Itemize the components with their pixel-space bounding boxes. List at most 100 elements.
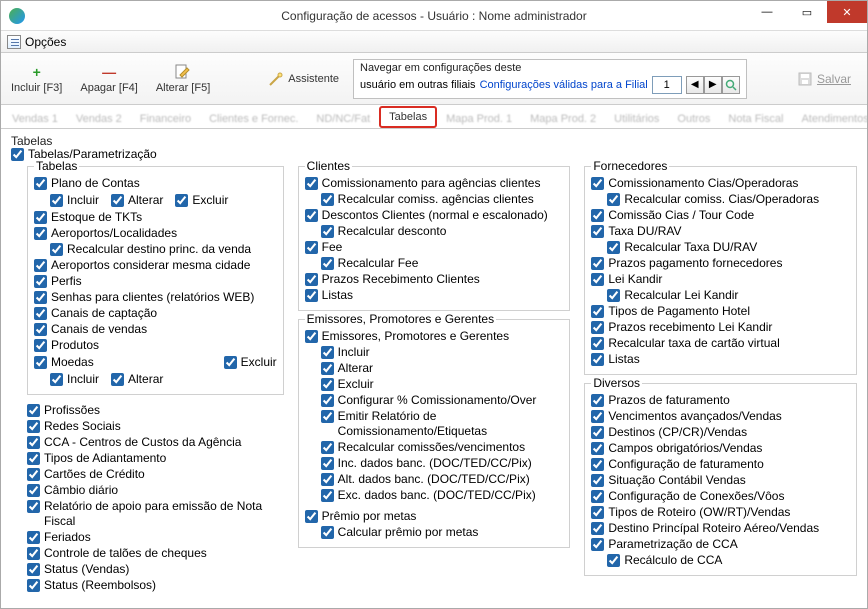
- chk-lei-kandir[interactable]: [591, 273, 604, 286]
- chk-root[interactable]: [11, 148, 24, 161]
- chk-aeroportos-considerar[interactable]: [34, 259, 47, 272]
- chk-calcular-premio[interactable]: [321, 526, 334, 539]
- chk-recalcular-destino[interactable]: [50, 243, 63, 256]
- chk-listas-fornec[interactable]: [591, 353, 604, 366]
- incluir-button[interactable]: + Incluir [F3]: [7, 62, 66, 96]
- chk-inc-dados-banc[interactable]: [321, 457, 334, 470]
- tab-financeiro[interactable]: Financeiro: [131, 109, 200, 128]
- chk-config-conexoes[interactable]: [591, 490, 604, 503]
- nav-filial-input[interactable]: [652, 76, 682, 94]
- chk-recalc-fee[interactable]: [321, 257, 334, 270]
- chk-campos-obrigatorios[interactable]: [591, 442, 604, 455]
- chk-plano-contas[interactable]: [34, 177, 47, 190]
- chk-plano-excluir[interactable]: [175, 194, 188, 207]
- minimize-button[interactable]: —: [747, 1, 787, 23]
- chk-aeroportos-loc[interactable]: [34, 227, 47, 240]
- tab-vendas-1[interactable]: Vendas 1: [3, 109, 67, 128]
- chk-config-pct-label: Configurar % Comissionamento/Over: [338, 393, 537, 408]
- chk-recalc-comissoes[interactable]: [321, 441, 334, 454]
- chk-recalc-desconto[interactable]: [321, 225, 334, 238]
- chk-perfis[interactable]: [34, 275, 47, 288]
- tab-atendimentos-files[interactable]: Atendimentos/Files: [792, 109, 868, 128]
- nav-link[interactable]: Configurações válidas para a Filial: [480, 79, 648, 91]
- chk-recalc-lei-kandir[interactable]: [607, 289, 620, 302]
- chk-descontos-clientes[interactable]: [305, 209, 318, 222]
- nav-search-button[interactable]: [722, 76, 740, 94]
- chk-emissores-promotores[interactable]: [305, 330, 318, 343]
- chk-emiss-alterar[interactable]: [321, 362, 334, 375]
- assistente-button[interactable]: Assistente: [264, 69, 343, 89]
- chk-moedas[interactable]: [34, 356, 47, 369]
- chk-canais-captacao[interactable]: [34, 307, 47, 320]
- maximize-button[interactable]: ▭: [787, 1, 827, 23]
- chk-comiss-cias[interactable]: [591, 177, 604, 190]
- chk-plano-alterar[interactable]: [111, 194, 124, 207]
- chk-status-reembolsos[interactable]: [27, 579, 40, 592]
- chk-comissao-cias[interactable]: [591, 209, 604, 222]
- chk-taxa-du-rav[interactable]: [591, 225, 604, 238]
- salvar-button[interactable]: Salvar: [797, 71, 861, 87]
- chk-prazos-receb-clientes[interactable]: [305, 273, 318, 286]
- tab-nd-nc-fat[interactable]: ND/NC/Fat: [307, 109, 379, 128]
- chk-senhas-clientes[interactable]: [34, 291, 47, 304]
- nav-next-button[interactable]: ▶: [704, 76, 722, 94]
- chk-redes-sociais[interactable]: [27, 420, 40, 433]
- menu-opcoes[interactable]: Opções: [7, 35, 66, 49]
- chk-estoque-tkts[interactable]: [34, 211, 47, 224]
- chk-emiss-incluir[interactable]: [321, 346, 334, 359]
- chk-recalc-taxa-du[interactable]: [607, 241, 620, 254]
- chk-venc-avancados[interactable]: [591, 410, 604, 423]
- apagar-button[interactable]: — Apagar [F4]: [76, 62, 141, 96]
- tab-mapa-prod-2[interactable]: Mapa Prod. 2: [521, 109, 605, 128]
- chk-controle-taloes[interactable]: [27, 547, 40, 560]
- chk-feriados[interactable]: [27, 531, 40, 544]
- chk-profissoes[interactable]: [27, 404, 40, 417]
- chk-relatorio-apoio-nf[interactable]: [27, 500, 40, 513]
- chk-cartoes-credito[interactable]: [27, 468, 40, 481]
- chk-recalc-comiss-cias[interactable]: [607, 193, 620, 206]
- chk-prazos-faturamento[interactable]: [591, 394, 604, 407]
- chk-tipos-roteiro[interactable]: [591, 506, 604, 519]
- chk-emiss-excluir[interactable]: [321, 378, 334, 391]
- chk-moedas-excluir[interactable]: [224, 356, 237, 369]
- chk-moedas-alterar[interactable]: [111, 373, 124, 386]
- chk-plano-incluir[interactable]: [50, 194, 63, 207]
- alterar-button[interactable]: Alterar [F5]: [152, 62, 214, 96]
- chk-tipos-adiantamento-label: Tipos de Adiantamento: [44, 451, 166, 466]
- tab-outros[interactable]: Outros: [668, 109, 719, 128]
- chk-comiss-agencias[interactable]: [305, 177, 318, 190]
- chk-prazos-pagto-fornec[interactable]: [591, 257, 604, 270]
- chk-produtos[interactable]: [34, 339, 47, 352]
- chk-recalculo-cca[interactable]: [607, 554, 620, 567]
- chk-exc-dados-banc[interactable]: [321, 489, 334, 502]
- close-button[interactable]: ✕: [827, 1, 867, 23]
- nav-prev-button[interactable]: ◀: [686, 76, 704, 94]
- chk-destinos[interactable]: [591, 426, 604, 439]
- chk-tipos-pagto-hotel[interactable]: [591, 305, 604, 318]
- chk-cambio-diario[interactable]: [27, 484, 40, 497]
- chk-recalc-cartao-virtual[interactable]: [591, 337, 604, 350]
- chk-alt-dados-banc[interactable]: [321, 473, 334, 486]
- chk-tipos-adiantamento[interactable]: [27, 452, 40, 465]
- chk-situacao-contabil[interactable]: [591, 474, 604, 487]
- chk-emitir-relatorio[interactable]: [321, 410, 334, 423]
- chk-config-faturamento[interactable]: [591, 458, 604, 471]
- tab-clientes-e-fornec-[interactable]: Clientes e Fornec.: [200, 109, 307, 128]
- tab-tabelas[interactable]: Tabelas: [379, 106, 437, 128]
- chk-destino-principal[interactable]: [591, 522, 604, 535]
- chk-status-vendas[interactable]: [27, 563, 40, 576]
- tab-nota-fiscal[interactable]: Nota Fiscal: [719, 109, 792, 128]
- tab-mapa-prod-1[interactable]: Mapa Prod. 1: [437, 109, 521, 128]
- chk-parametrizacao-cca[interactable]: [591, 538, 604, 551]
- chk-premio-metas[interactable]: [305, 510, 318, 523]
- chk-recalc-comiss-agencias[interactable]: [321, 193, 334, 206]
- chk-config-pct[interactable]: [321, 394, 334, 407]
- chk-fee[interactable]: [305, 241, 318, 254]
- tab-utilit-rios[interactable]: Utilitários: [605, 109, 668, 128]
- chk-canais-vendas[interactable]: [34, 323, 47, 336]
- chk-listas-clientes[interactable]: [305, 289, 318, 302]
- chk-prazos-receb-lei-kandir[interactable]: [591, 321, 604, 334]
- chk-cca[interactable]: [27, 436, 40, 449]
- chk-moedas-incluir[interactable]: [50, 373, 63, 386]
- tab-vendas-2[interactable]: Vendas 2: [67, 109, 131, 128]
